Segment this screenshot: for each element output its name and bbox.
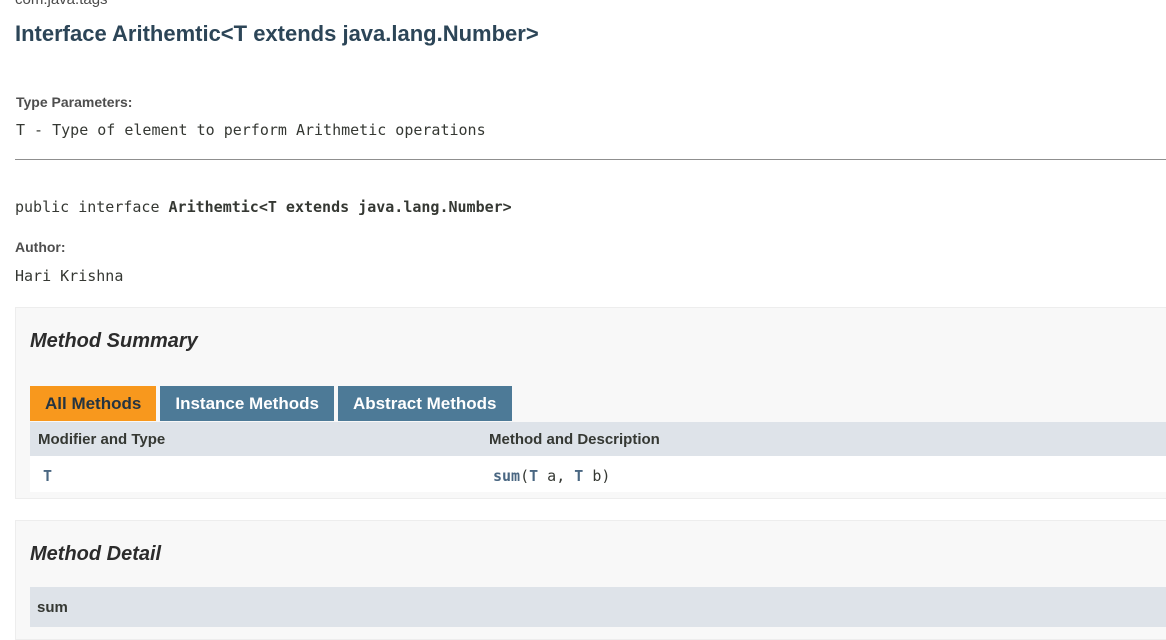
method-detail-section: Method Detail sum [15, 520, 1166, 640]
method-signature-cell: sum(T a, T b) [493, 467, 610, 485]
method-detail-name: sum [37, 599, 68, 616]
type-parameters-label: Type Parameters: [16, 94, 133, 110]
column-modifier-and-type: Modifier and Type [38, 431, 166, 448]
table-header: Modifier and Type Method and Description [30, 422, 1166, 456]
type-link[interactable]: T [43, 467, 52, 485]
tab-all-methods[interactable]: All Methods [30, 386, 157, 421]
params-open: ( [520, 467, 530, 485]
page-title: Interface Arithemtic<T extends java.lang… [15, 21, 539, 46]
method-tabs: All Methods Instance Methods Abstract Me… [30, 386, 516, 422]
param1-name: a, [538, 467, 575, 485]
method-detail-title: Method Detail [30, 543, 162, 565]
param1-type-link[interactable]: T [529, 467, 538, 485]
divider [15, 159, 1166, 160]
table-row: T sum(T a, T b) [30, 456, 1166, 492]
signature-prefix: public interface [15, 198, 169, 216]
param2-type-link[interactable]: T [574, 467, 583, 485]
method-summary-title: Method Summary [30, 330, 198, 352]
signature-name: Arithemtic<T extends java.lang.Number> [168, 198, 512, 216]
author-value: Hari Krishna [15, 267, 124, 285]
interface-signature: public interface Arithemtic<T extends ja… [15, 198, 512, 216]
method-summary-section: Method Summary All Methods Instance Meth… [15, 307, 1166, 499]
type-parameters-value: T - Type of element to perform Arithmeti… [16, 121, 486, 139]
modifier-type-cell: T [43, 467, 52, 485]
param2-name: b) [583, 467, 611, 485]
tab-instance-methods[interactable]: Instance Methods [160, 386, 334, 421]
method-detail-bar: sum [30, 587, 1166, 627]
column-method-and-description: Method and Description [489, 431, 660, 448]
method-sum-link[interactable]: sum [493, 467, 520, 485]
author-label: Author: [15, 239, 66, 255]
package-name: com.java.tags [15, 0, 108, 8]
tab-abstract-methods[interactable]: Abstract Methods [337, 386, 512, 421]
